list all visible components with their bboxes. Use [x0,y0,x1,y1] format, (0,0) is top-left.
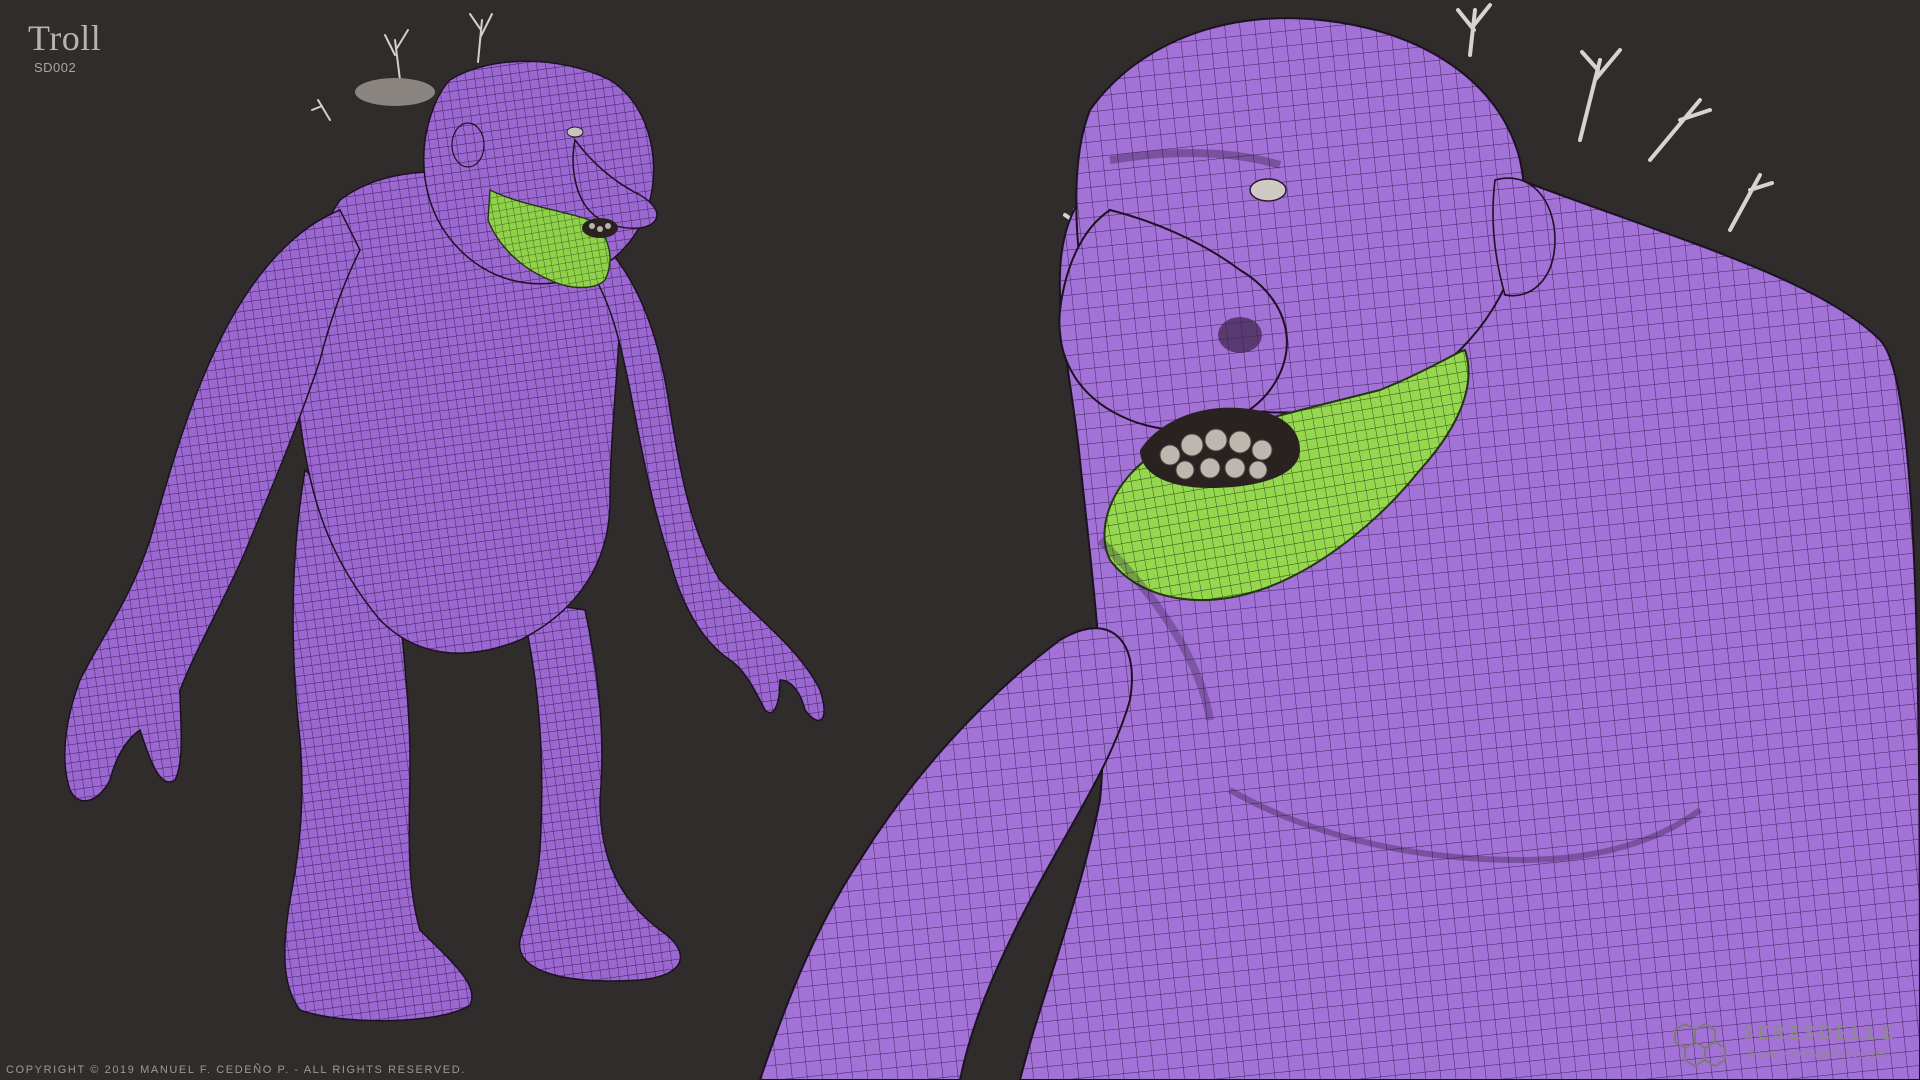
right-leg [518,599,682,982]
troll-full-body [64,13,825,1022]
eye [566,126,584,138]
render-canvas: Troll SD002 COPYRIGHT © 2019 MANUEL F. C… [0,0,1920,1080]
troll-renders [64,3,1920,1080]
copyright-notice: COPYRIGHT © 2019 MANUEL F. CEDEÑO P. - A… [6,1064,466,1076]
brand-name: SERESDELLE [1743,1022,1897,1044]
closeup-eye [1249,178,1287,202]
nostril [1218,317,1262,353]
brand-watermark: SERESDELLE www.seresdelle.com [1665,1018,1905,1074]
rocks-on-back [355,78,435,106]
hexagon-cluster-icon [1674,1022,1726,1068]
ear [451,122,485,168]
page-title: Troll [28,18,102,58]
brand-url: www.seresdelle.com [1747,1047,1887,1062]
troll-closeup [758,3,1920,1080]
right-arm [589,238,825,722]
page-subtitle: SD002 [34,60,77,75]
